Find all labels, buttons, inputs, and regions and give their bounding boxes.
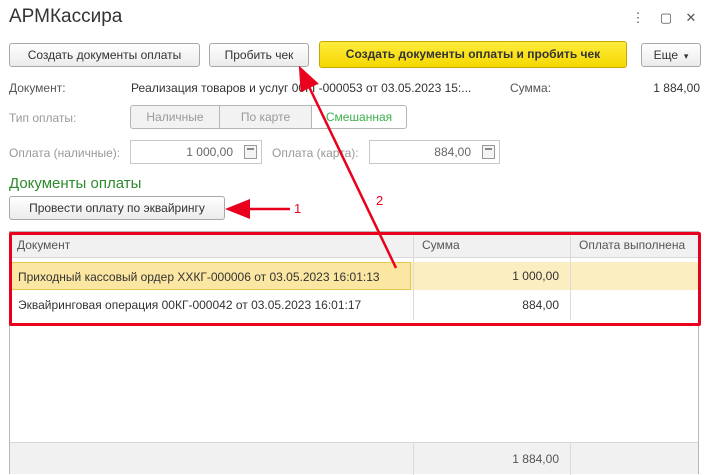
payment-type-card[interactable]: По карте [219,105,312,129]
calculator-icon[interactable] [244,145,257,159]
payment-type-mixed[interactable]: Смешанная [311,105,407,129]
window-title: АРМКассира [9,6,123,27]
create-payment-docs-button[interactable]: Создать документы оплаты [9,43,200,67]
close-icon[interactable]: ✕ [681,8,701,28]
document-label: Документ: [9,81,66,95]
table-total-sum: 1 884,00 [512,452,559,466]
document-link[interactable]: Реализация товаров и услуг 00КГ-000053 о… [131,81,471,95]
payment-type-label: Тип оплаты: [9,111,77,125]
restore-icon[interactable]: ▢ [656,8,676,28]
annotation-marker-1: 1 [294,201,302,216]
calculator-icon[interactable] [482,145,495,159]
acquiring-payment-button[interactable]: Провести оплату по эквайрингу [9,196,225,220]
payment-type-cash[interactable]: Наличные [130,105,220,129]
create-and-print-button[interactable]: Создать документы оплаты и пробить чек [319,41,627,68]
column-divider [570,443,571,475]
payment-card-value: 884,00 [434,145,471,159]
payment-cash-value: 1 000,00 [186,145,233,159]
payment-cash-label: Оплата (наличные): [9,146,121,160]
table-footer: 1 884,00 [10,442,698,475]
annotation-marker-2: 2 [376,193,384,208]
more-button[interactable]: Еще ▾ [641,43,701,67]
highlight-box [9,232,701,326]
more-label: Еще [653,48,679,62]
more-options-icon[interactable]: ⋮ [628,8,648,28]
dropdown-arrow-icon: ▾ [681,51,689,61]
payment-cash-field[interactable]: 1 000,00 [130,140,262,164]
sum-value: 1 884,00 [653,81,700,95]
payment-card-field[interactable]: 884,00 [369,140,500,164]
sum-label: Сумма: [510,81,552,95]
section-title: Документы оплаты [9,175,142,192]
print-check-button[interactable]: Пробить чек [209,43,309,67]
payment-card-label: Оплата (карта): [272,146,359,160]
